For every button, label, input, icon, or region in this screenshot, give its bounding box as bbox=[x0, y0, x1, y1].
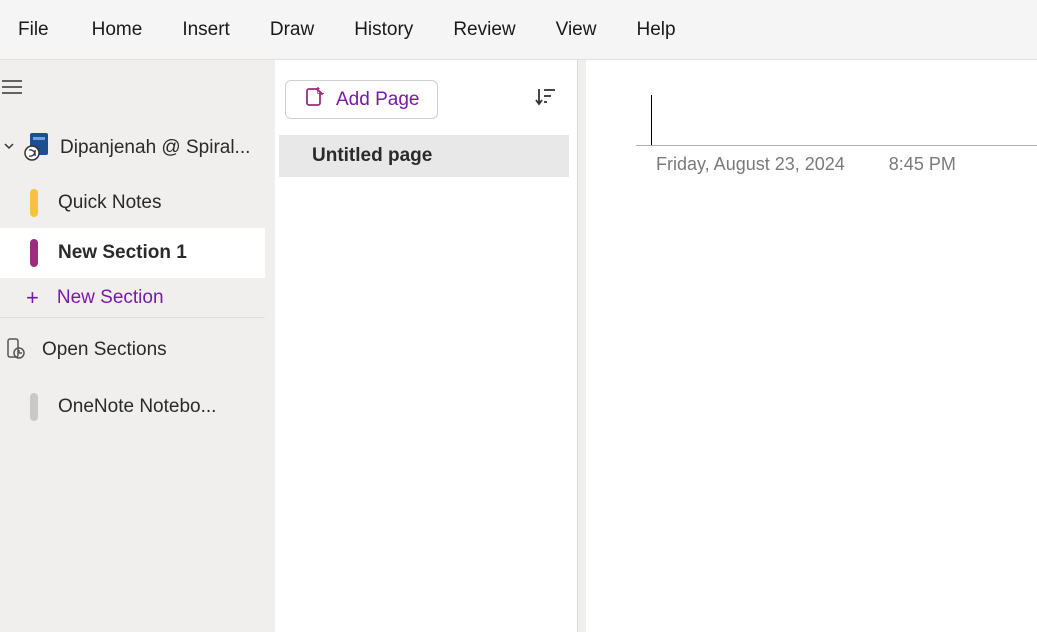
content-area: Dipanjenah @ Spiral... Quick Notes New S… bbox=[0, 60, 1037, 632]
menu-file[interactable]: File bbox=[18, 11, 72, 49]
page-date[interactable]: Friday, August 23, 2024 bbox=[656, 154, 845, 175]
page-item[interactable]: Untitled page bbox=[279, 135, 569, 177]
menu-home[interactable]: Home bbox=[72, 11, 163, 49]
other-notebook-item[interactable]: OneNote Notebo... bbox=[0, 382, 265, 432]
notebook-sidebar: Dipanjenah @ Spiral... Quick Notes New S… bbox=[0, 60, 265, 632]
new-section-button[interactable]: + New Section bbox=[0, 278, 265, 318]
add-page-button[interactable]: Add Page bbox=[285, 80, 438, 119]
menu-history[interactable]: History bbox=[334, 11, 433, 49]
date-time-row: Friday, August 23, 2024 8:45 PM bbox=[636, 154, 1037, 175]
open-sections-button[interactable]: Open Sections bbox=[0, 318, 265, 382]
hamburger-row bbox=[0, 60, 265, 118]
editor[interactable]: Friday, August 23, 2024 8:45 PM bbox=[578, 60, 1037, 632]
hamburger-icon[interactable] bbox=[2, 80, 22, 99]
section-quick-notes[interactable]: Quick Notes bbox=[0, 178, 265, 228]
menubar: File Home Insert Draw History Review Vie… bbox=[0, 0, 1037, 60]
section-label: Quick Notes bbox=[58, 192, 161, 214]
menu-review[interactable]: Review bbox=[433, 11, 535, 49]
add-page-icon bbox=[304, 87, 324, 112]
notebook-header[interactable]: Dipanjenah @ Spiral... bbox=[0, 118, 265, 178]
page-list-header: Add Page bbox=[275, 60, 577, 135]
notebook-icon bbox=[24, 131, 52, 166]
open-sections-icon bbox=[4, 336, 28, 365]
chevron-down-icon bbox=[2, 139, 16, 158]
section-new-section-1[interactable]: New Section 1 bbox=[0, 228, 265, 278]
section-color-tab bbox=[30, 239, 38, 267]
menu-insert[interactable]: Insert bbox=[162, 11, 250, 49]
new-section-label: New Section bbox=[57, 287, 164, 309]
page-title-area[interactable]: Friday, August 23, 2024 8:45 PM bbox=[636, 95, 1037, 175]
open-sections-label: Open Sections bbox=[42, 339, 167, 361]
page-item-label: Untitled page bbox=[312, 145, 432, 166]
plus-icon: + bbox=[26, 285, 39, 311]
page-list: Add Page Untitled page bbox=[265, 60, 578, 632]
add-page-label: Add Page bbox=[336, 89, 419, 111]
title-cursor bbox=[651, 95, 1037, 145]
section-label: New Section 1 bbox=[58, 242, 187, 264]
menu-view[interactable]: View bbox=[536, 11, 617, 49]
notebook-title: Dipanjenah @ Spiral... bbox=[60, 137, 265, 159]
title-underline bbox=[636, 145, 1037, 146]
menu-help[interactable]: Help bbox=[616, 11, 695, 49]
sort-icon[interactable] bbox=[535, 86, 557, 113]
other-notebook-label: OneNote Notebo... bbox=[58, 396, 216, 418]
section-color-tab bbox=[30, 393, 38, 421]
section-color-tab bbox=[30, 189, 38, 217]
menu-draw[interactable]: Draw bbox=[250, 11, 334, 49]
page-time[interactable]: 8:45 PM bbox=[889, 154, 956, 175]
